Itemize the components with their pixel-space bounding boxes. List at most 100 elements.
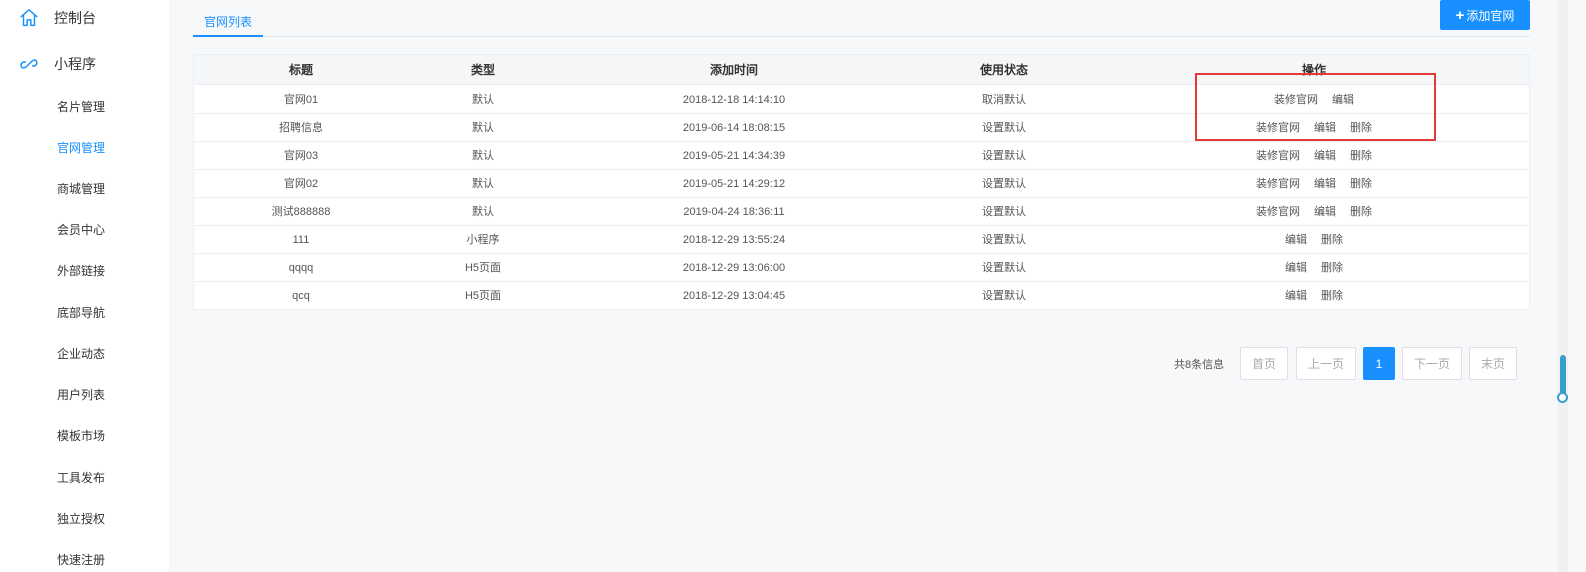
cell-title: 测试888888 (271, 206, 331, 218)
sidebar-item-dashboard[interactable]: 控制台 (18, 6, 96, 30)
cell-title: 官网02 (283, 178, 319, 190)
action-link[interactable]: 删除 (1321, 262, 1343, 274)
action-link[interactable]: 删除 (1321, 234, 1343, 246)
action-link[interactable]: 编辑 (1314, 150, 1336, 162)
column-header-status: 使用状态 (979, 63, 1029, 77)
cell-title: 招聘信息 (279, 122, 323, 134)
table-row: 官网02 默认 2019-05-21 14:29:12 设置默认 装修官网 编辑 删除 (194, 170, 1529, 198)
action-link[interactable]: 删除 (1321, 290, 1343, 302)
action-link[interactable]: 编辑 (1314, 178, 1336, 190)
cell-type: 默认 (472, 94, 494, 106)
cell-status[interactable]: 设置默认 (982, 254, 1026, 282)
cell-type: 默认 (472, 178, 494, 190)
sidebar-item-miniprogram[interactable]: 小程序 (18, 52, 96, 76)
table-row: 官网03 默认 2019-05-21 14:34:39 设置默认 装修官网 编辑 删除 (194, 142, 1529, 170)
cell-title: 官网01 (283, 94, 319, 106)
table-header: 标题 类型 添加时间 使用状态 操作 (194, 55, 1529, 85)
sidebar-subitem[interactable]: 用户列表 (57, 387, 105, 403)
sidebar-subitem[interactable]: 工具发布 (57, 470, 105, 486)
cell-status[interactable]: 设置默认 (982, 226, 1026, 254)
pagination-page-1[interactable]: 1 (1363, 347, 1395, 380)
scrollbar-thumb[interactable] (1560, 355, 1566, 397)
cell-time: 2019-06-14 18:08:15 (682, 122, 786, 134)
cell-status[interactable]: 设置默认 (982, 282, 1026, 310)
column-header-actions: 操作 (1301, 63, 1327, 77)
cell-time: 2018-12-29 13:55:24 (682, 234, 786, 246)
cell-time: 2018-12-29 13:06:00 (682, 262, 786, 274)
action-link[interactable]: 编辑 (1332, 94, 1354, 106)
tab-bar: 官网列表 (193, 0, 1530, 37)
sidebar-subitem[interactable]: 快速注册 (57, 552, 105, 568)
cell-actions: 装修官网 编辑 删除 (1249, 170, 1379, 198)
cell-time: 2018-12-29 13:04:45 (682, 290, 786, 302)
link-icon (20, 59, 38, 69)
cell-type: 小程序 (466, 234, 500, 246)
sidebar-subitem[interactable]: 官网管理 (57, 140, 105, 156)
action-link[interactable]: 编辑 (1285, 262, 1307, 274)
sidebar-subitem[interactable]: 模板市场 (57, 428, 105, 444)
cell-title: qqqq (288, 262, 314, 274)
cell-status[interactable]: 设置默认 (982, 142, 1026, 170)
table-row: 官网01 默认 2018-12-18 14:14:10 取消默认 装修官网 编辑 (194, 86, 1529, 114)
add-site-button[interactable]: + 添加官网 (1440, 0, 1530, 30)
sidebar-subitem[interactable]: 会员中心 (57, 222, 105, 238)
cell-time: 2019-04-24 18:36:11 (683, 206, 785, 218)
cell-actions: 装修官网 编辑 删除 (1249, 198, 1379, 226)
sidebar-subitem[interactable]: 商城管理 (57, 181, 105, 197)
cell-type: 默认 (472, 122, 494, 134)
cell-status[interactable]: 设置默认 (982, 114, 1026, 142)
table-row: 测试888888 默认 2019-04-24 18:36:11 设置默认 装修官网 编辑 删… (194, 198, 1529, 226)
action-link[interactable]: 删除 (1350, 150, 1372, 162)
action-link[interactable]: 装修官网 (1256, 178, 1300, 190)
pagination-prev-button[interactable]: 上一页 (1296, 347, 1356, 380)
action-link[interactable]: 装修官网 (1274, 94, 1318, 106)
sidebar-subitem[interactable]: 企业动态 (57, 346, 105, 362)
sidebar-item-label: 控制台 (54, 10, 96, 26)
action-link[interactable]: 删除 (1350, 206, 1372, 218)
action-link[interactable]: 装修官网 (1256, 122, 1300, 134)
cell-title: 官网03 (283, 150, 319, 162)
pagination-next-button[interactable]: 下一页 (1402, 347, 1462, 380)
cell-status[interactable]: 设置默认 (982, 170, 1026, 198)
pagination-first-button[interactable]: 首页 (1240, 347, 1288, 380)
pagination-total: 共8条信息 (1174, 359, 1225, 371)
table-row: qcq H5页面 2018-12-29 13:04:45 设置默认 编辑 删除 (194, 282, 1529, 310)
action-link[interactable]: 编辑 (1314, 122, 1336, 134)
sidebar-subitem[interactable]: 外部链接 (57, 263, 105, 279)
column-header-time: 添加时间 (709, 63, 759, 77)
table-row: qqqq H5页面 2018-12-29 13:06:00 设置默认 编辑 删除 (194, 254, 1529, 282)
cell-time: 2019-05-21 14:34:39 (682, 150, 786, 162)
table-row: 招聘信息 默认 2019-06-14 18:08:15 设置默认 装修官网 编辑 删除 (194, 114, 1529, 142)
site-table: 标题 类型 添加时间 使用状态 操作 官网01 默认 2018-12-18 14:1… (193, 54, 1530, 310)
table-row: 111 小程序 2018-12-29 13:55:24 设置默认 编辑 删除 (194, 226, 1529, 254)
column-header-title: 标题 (288, 63, 314, 77)
cell-time: 2019-05-21 14:29:12 (682, 178, 786, 190)
cell-actions: 装修官网 编辑 删除 (1249, 142, 1379, 170)
home-icon (20, 9, 38, 27)
sidebar-subitem[interactable]: 名片管理 (57, 99, 105, 115)
action-link[interactable]: 装修官网 (1256, 206, 1300, 218)
action-link[interactable]: 编辑 (1314, 206, 1336, 218)
sidebar-subitem[interactable]: 底部导航 (57, 305, 105, 321)
cell-actions: 装修官网 编辑 删除 (1249, 114, 1379, 142)
cell-status[interactable]: 设置默认 (982, 198, 1026, 226)
action-link[interactable]: 删除 (1350, 178, 1372, 190)
scrollbar-handle[interactable] (1557, 392, 1568, 403)
sidebar-subitem[interactable]: 独立授权 (57, 511, 105, 527)
cell-time: 2018-12-18 14:14:10 (682, 94, 786, 106)
action-link[interactable]: 编辑 (1285, 290, 1307, 302)
pagination-last-button[interactable]: 末页 (1469, 347, 1517, 380)
column-header-type: 类型 (470, 63, 496, 77)
cell-status[interactable]: 取消默认 (982, 86, 1026, 114)
cell-type: H5页面 (464, 262, 502, 274)
cell-actions: 编辑 删除 (1278, 282, 1350, 310)
action-link[interactable]: 装修官网 (1256, 150, 1300, 162)
tab-site-list[interactable]: 官网列表 (193, 8, 263, 37)
sidebar: 控制台 小程序 名片管理官网管理商城管理会员中心外部链接底部导航企业动态用户列表… (0, 0, 169, 572)
add-site-label: 添加官网 (1466, 8, 1515, 23)
scrollbar-track[interactable] (1558, 0, 1568, 572)
action-link[interactable]: 编辑 (1285, 234, 1307, 246)
sidebar-item-label: 小程序 (54, 56, 96, 72)
cell-type: H5页面 (464, 290, 502, 302)
action-link[interactable]: 删除 (1350, 122, 1372, 134)
